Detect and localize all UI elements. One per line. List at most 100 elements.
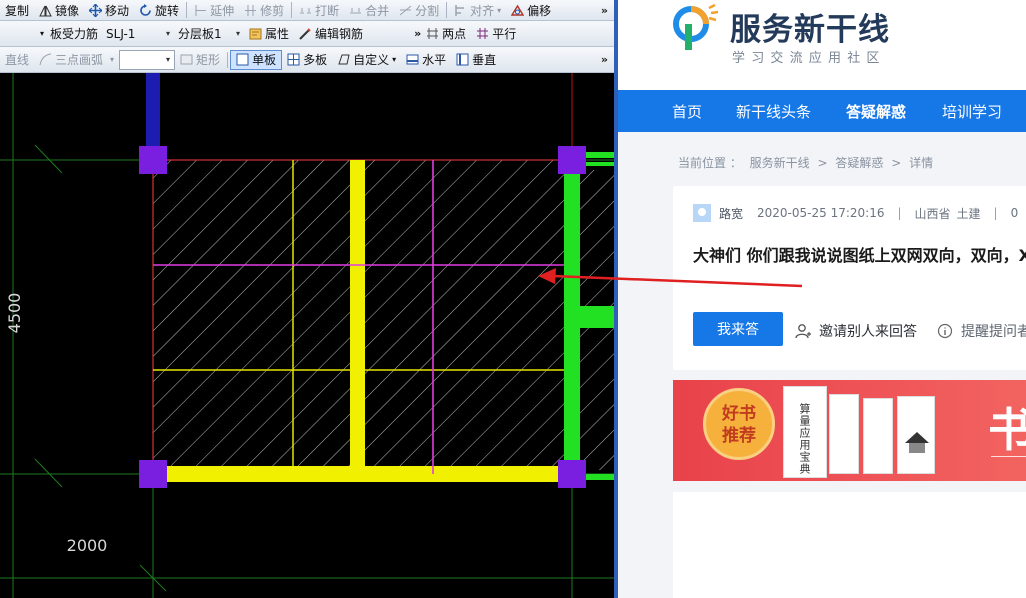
copy-button[interactable]: 复制 [0, 0, 34, 20]
split-icon [399, 5, 412, 15]
nav-headlines[interactable]: 新干线头条 [736, 101, 811, 122]
site-title[interactable]: 服务新干线 [730, 4, 890, 49]
question-card: 路宽 2020-05-25 17:20:16 | 山西省 土建 | 0 大神们 … [673, 186, 1026, 370]
line-button[interactable]: 直线 [0, 47, 34, 72]
dropdown-arrow-icon: ▾ [392, 55, 397, 64]
book-title: 算量应用宝典 [798, 403, 811, 475]
post-extra: 0 [1010, 206, 1019, 220]
draw-mode-select[interactable]: ▾ [119, 49, 176, 70]
mirror-button[interactable]: 镜像 [34, 0, 84, 20]
layer-select[interactable]: 分层板1 ▾ [174, 24, 244, 44]
nav-training[interactable]: 培训学习 [942, 101, 1002, 122]
edit-rebar-label: 编辑钢筋 [315, 27, 364, 41]
align-icon [455, 4, 465, 16]
breadcrumb-item-qa[interactable]: 答疑解惑 [835, 156, 883, 170]
toolbar-overflow-icon[interactable]: » [601, 53, 608, 66]
toolbar-overflow-icon[interactable]: » [601, 4, 608, 17]
parallel-label: 平行 [492, 27, 517, 41]
avatar[interactable] [693, 204, 711, 222]
rect-icon [180, 54, 193, 65]
line-label: 直线 [5, 53, 30, 67]
move-button[interactable]: 移动 [84, 0, 134, 20]
house-icon [905, 432, 929, 453]
rebar-thick-vertical [350, 160, 365, 474]
align-button[interactable]: 对齐 ▾ [449, 0, 506, 20]
parallel-button[interactable]: 平行 [471, 21, 521, 46]
book-promo-banner[interactable]: 好书 推荐 算量应用宝典 书 [673, 380, 1026, 481]
horizontal-button[interactable]: 水平 [401, 47, 451, 72]
properties-icon [249, 28, 262, 40]
custom-icon [338, 54, 350, 65]
merge-button[interactable]: 合并 [344, 0, 394, 20]
multi-slab-button[interactable]: 多板 [282, 47, 332, 72]
drawing-canvas[interactable]: 4500 2000 [0, 73, 614, 598]
author-name[interactable]: 路宽 [719, 205, 743, 222]
rotate-button[interactable]: 旋转 [134, 0, 184, 20]
toolbar-separator [291, 2, 293, 18]
post-category[interactable]: 土建 [957, 205, 981, 222]
layer-value: 分层板1 [178, 27, 222, 41]
rebar-type-value: 板受力筋 [50, 27, 99, 41]
column-bottom-left[interactable] [139, 460, 167, 488]
meta-divider: | [993, 206, 998, 220]
rebar-toolbar: ▾ 板受力筋 SLJ-1 ▾ 分层板1 ▾ 属性 编辑钢筋 » 两点 平行 [0, 21, 614, 47]
content-card [673, 492, 1026, 598]
single-slab-button[interactable]: 单板 [230, 49, 283, 70]
remind-button[interactable]: 提醒提问者 [937, 321, 1026, 341]
mirror-label: 镜像 [55, 3, 80, 18]
toolbar-separator [186, 2, 188, 18]
vertical-icon [456, 53, 469, 66]
horizontal-icon [406, 54, 419, 65]
offset-button[interactable]: 偏移 [506, 0, 556, 20]
properties-button[interactable]: 属性 [244, 21, 294, 46]
rebar-name-select[interactable]: SLJ-1 ▾ [102, 24, 174, 44]
offset-icon [511, 4, 525, 16]
custom-button[interactable]: 自定义 ▾ [332, 47, 401, 72]
book-cover [897, 396, 935, 474]
column-top-right[interactable] [558, 146, 586, 174]
split-button[interactable]: 分割 [394, 0, 444, 20]
nav-home[interactable]: 首页 [672, 101, 702, 122]
split-label: 分割 [415, 3, 440, 18]
edit-rebar-button[interactable]: 编辑钢筋 [294, 21, 368, 46]
column-top-left[interactable] [139, 146, 167, 174]
breadcrumb-label: 当前位置 ： [678, 156, 742, 170]
merge-label: 合并 [365, 3, 390, 18]
rebar-name-value: SLJ-1 [106, 26, 136, 41]
breadcrumb-item-home[interactable]: 服务新干线 [750, 156, 810, 170]
breadcrumb-sep: > [817, 156, 828, 170]
invite-button[interactable]: 邀请别人来回答 [795, 321, 917, 341]
column-bottom-right[interactable] [558, 460, 586, 488]
parallel-icon [477, 28, 489, 39]
rotate-label: 旋转 [155, 3, 180, 18]
nav-qa[interactable]: 答疑解惑 [846, 101, 906, 122]
move-icon [89, 3, 103, 17]
site-logo-icon[interactable] [671, 4, 723, 52]
rect-button[interactable]: 矩形 [175, 47, 225, 72]
two-points-button[interactable]: 两点 [421, 21, 471, 46]
banner-underline [991, 456, 1026, 457]
multi-slab-icon [287, 53, 300, 66]
toolbar-overflow-icon[interactable]: » [414, 27, 421, 40]
trim-button[interactable]: 修剪 [239, 0, 289, 20]
offset-label: 偏移 [527, 3, 552, 18]
extend-icon [195, 4, 207, 16]
dimension-horizontal: 2000 [67, 536, 108, 555]
draw-toolbar: 直线 三点画弧 ▾ ▾ 矩形 单板 多板 自定义 ▾ 水平 垂直 » [0, 47, 614, 73]
rect-label: 矩形 [196, 53, 221, 67]
rebar-type-select[interactable]: ▾ 板受力筋 [36, 24, 102, 44]
single-slab-icon [236, 53, 249, 66]
main-nav: 首页 新干线头条 答疑解惑 培训学习 [618, 90, 1026, 132]
extend-button[interactable]: 延伸 [189, 0, 239, 20]
custom-label: 自定义 [353, 53, 390, 67]
break-icon [300, 7, 312, 13]
screenshot: 复制 镜像 移动 旋转 延伸 修剪 打断 合并 分割 对齐 ▾ 偏移 » ▾ 板… [0, 0, 1026, 598]
break-button[interactable]: 打断 [294, 0, 344, 20]
dropdown-arrow-icon: ▾ [166, 55, 171, 64]
site-subtitle: 学习交流应用社区 [732, 51, 886, 66]
arc-button[interactable]: 三点画弧 ▾ [34, 47, 119, 72]
question-meta: 路宽 2020-05-25 17:20:16 | 山西省 土建 | 0 [693, 204, 1018, 222]
vertical-button[interactable]: 垂直 [451, 47, 501, 72]
info-icon [937, 323, 953, 339]
answer-button[interactable]: 我来答 [693, 312, 783, 346]
